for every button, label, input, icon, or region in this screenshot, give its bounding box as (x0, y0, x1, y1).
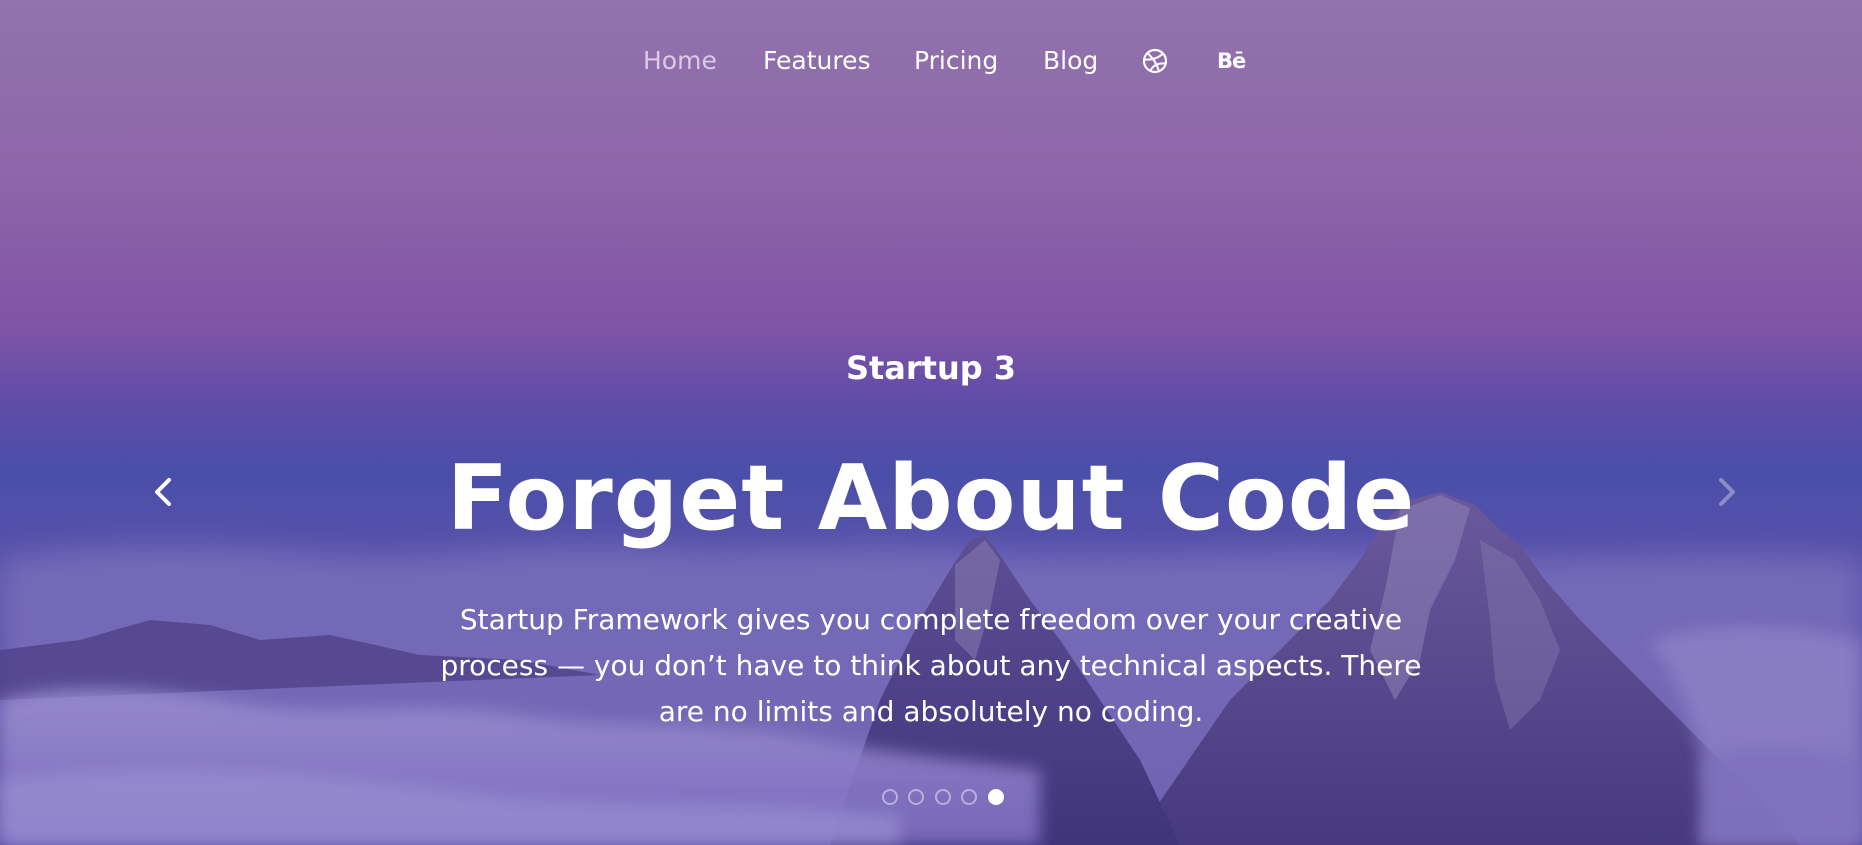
carousel-dot-4[interactable] (961, 789, 977, 805)
hero-eyebrow: Startup 3 (845, 349, 1017, 387)
carousel-dot-5[interactable] (988, 789, 1004, 805)
carousel-prev-button[interactable] (144, 470, 184, 514)
nav-features-link[interactable]: Features (763, 43, 871, 79)
nav-home-link[interactable]: Home (643, 43, 717, 79)
carousel-dot-1[interactable] (882, 789, 898, 805)
nav-blog-link[interactable]: Blog (1043, 43, 1098, 79)
carousel-pagination (882, 789, 1022, 807)
hero-section: Home Features Pricing Blog Bē Startup 3 … (0, 0, 1862, 845)
carousel-dot-3[interactable] (935, 789, 951, 805)
dribbble-icon[interactable] (1141, 47, 1169, 75)
carousel-dot-2[interactable] (908, 789, 924, 805)
chevron-right-icon (1719, 478, 1735, 506)
behance-icon[interactable]: Bē (1217, 46, 1246, 74)
hero-description: Startup Framework gives you complete fre… (440, 603, 1422, 728)
chevron-left-icon (155, 478, 171, 506)
nav-pricing-link[interactable]: Pricing (914, 43, 998, 79)
hero-headline: Forget About Code (446, 446, 1416, 551)
top-navigation: Home Features Pricing Blog Bē (0, 0, 1862, 120)
carousel-next-button[interactable] (1706, 470, 1746, 514)
